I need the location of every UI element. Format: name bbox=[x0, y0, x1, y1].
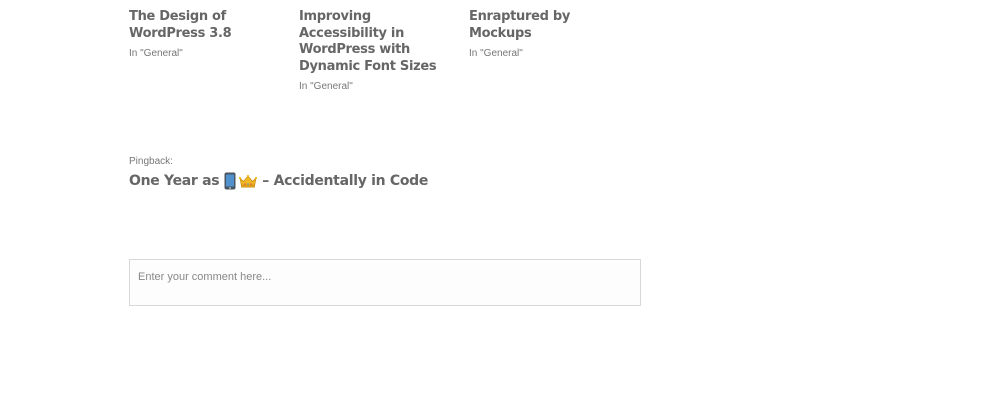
related-post-category: In "General" bbox=[129, 48, 183, 59]
related-post-title[interactable]: Enraptured by Mockups bbox=[469, 9, 629, 42]
related-post-title[interactable]: Improving Accessibility in WordPress wit… bbox=[299, 9, 459, 75]
comment-form bbox=[129, 259, 641, 306]
pingback-label: Pingback: bbox=[129, 156, 173, 167]
related-post: Improving Accessibility in WordPress wit… bbox=[299, 9, 459, 93]
related-posts: The Design of WordPress 3.8 In "General"… bbox=[129, 9, 649, 92]
mobile-phone-icon bbox=[224, 172, 236, 190]
pingback-title-prefix: One Year as bbox=[129, 173, 220, 189]
related-post: The Design of WordPress 3.8 In "General" bbox=[129, 9, 289, 60]
pingback-comment: Pingback: One Year as – Accidentally in … bbox=[129, 155, 629, 191]
related-post-category: In "General" bbox=[299, 81, 353, 92]
pingback-link[interactable]: One Year as – Accidentally in Code bbox=[129, 171, 428, 191]
pingback-title-suffix: – Accidentally in Code bbox=[262, 173, 429, 189]
related-post-category: In "General" bbox=[469, 48, 523, 59]
comment-input[interactable] bbox=[130, 260, 640, 305]
related-post: Enraptured by Mockups In "General" bbox=[469, 9, 629, 60]
crown-icon bbox=[239, 174, 258, 188]
related-post-title[interactable]: The Design of WordPress 3.8 bbox=[129, 9, 289, 42]
